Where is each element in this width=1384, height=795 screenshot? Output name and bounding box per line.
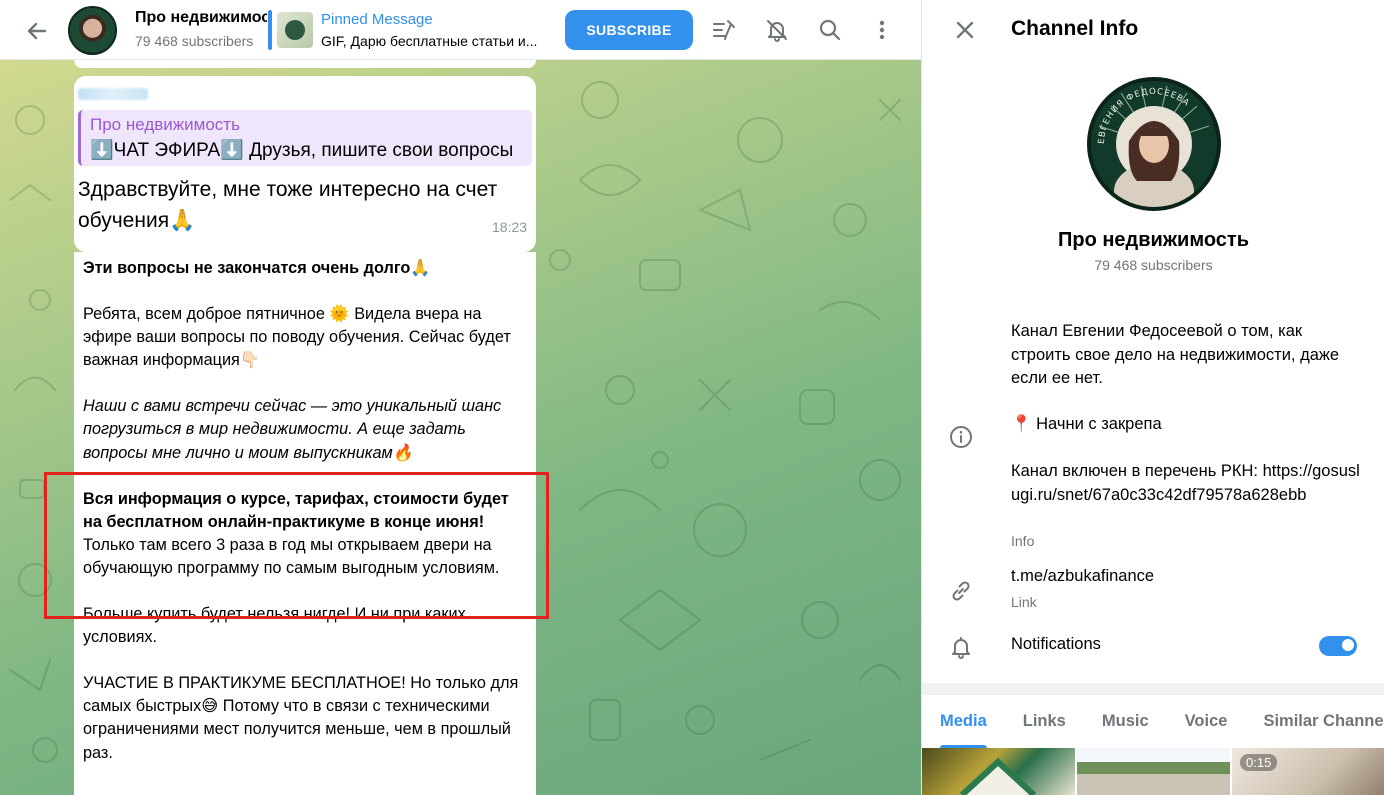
tab-similar-channels[interactable]: Similar Channels — [1245, 695, 1384, 748]
chat-area: Про недвижимость 79 468 subscribers Pinn… — [0, 0, 921, 795]
notifications-label: Notifications — [1011, 635, 1101, 653]
previous-message-bubble — [74, 60, 536, 68]
channel-description: Канал Евгении Федосеевой о том, как стро… — [1011, 322, 1340, 387]
channel-name: Про недвижимость — [1057, 229, 1250, 251]
more-vertical-icon[interactable] — [867, 15, 897, 45]
bell-icon — [946, 632, 976, 662]
quoted-text: ⬇️ЧАТ ЭФИРА⬇️ Друзья, пишите свои вопрос… — [90, 140, 514, 161]
channel-avatar-large[interactable]: ЕВГЕНИЯ ФЕДОСЕЕВА — [1087, 77, 1221, 211]
channel-link[interactable]: t.me/azbukafinance — [1011, 567, 1154, 586]
rkn-text[interactable]: Канал включен в перечень РКН: https://go… — [1011, 460, 1361, 507]
pinned-indicator — [268, 10, 272, 50]
chat-title[interactable]: Про недвижимость — [135, 9, 267, 27]
channel-info-panel: Channel Info ЕВГЕНИЯ ФЕДОСЕЕВА Про недви… — [921, 0, 1384, 795]
channel-avatar[interactable] — [68, 6, 117, 55]
tab-links[interactable]: Links — [1005, 695, 1084, 748]
post-paragraph-highlighted: Вся информация о курсе, тарифах, стоимос… — [83, 488, 531, 580]
subscribe-button[interactable]: SUBSCRIBE — [565, 10, 693, 50]
panel-title: Channel Info — [1011, 17, 1139, 40]
pin-note: 📍 Начни с закрепа — [1011, 415, 1162, 433]
link-label: Link — [1011, 594, 1037, 610]
channel-post: Эти вопросы не закончатся очень долго🙏 Р… — [83, 257, 531, 788]
tab-media[interactable]: Media — [922, 695, 1005, 748]
chat-subscribers: 79 468 subscribers — [135, 33, 254, 49]
section-divider — [922, 683, 1384, 695]
chat-header: Про недвижимость 79 468 subscribers Pinn… — [0, 0, 921, 60]
post-text: Только там всего 3 раза в год мы открыва… — [83, 535, 500, 577]
tab-voice[interactable]: Voice — [1167, 695, 1246, 748]
close-icon[interactable] — [950, 15, 980, 45]
post-paragraph: Ребята, всем доброе пятничное 🌞 Видела в… — [83, 305, 511, 370]
post-paragraph: Больше купить будет нельзя нигде! И ни п… — [83, 605, 466, 647]
message-time: 18:23 — [492, 219, 528, 235]
pinned-text[interactable]: GIF, Дарю бесплатные статьи и... — [321, 33, 543, 49]
bell-off-icon[interactable] — [762, 15, 792, 45]
info-icon — [946, 422, 976, 452]
link-icon — [946, 576, 976, 606]
info-label: Info — [1011, 533, 1035, 549]
video-thumbnail[interactable]: 0:15 — [1232, 748, 1384, 795]
filter-icon[interactable] — [709, 15, 739, 45]
sender-name-blurred — [78, 88, 148, 100]
avatar-artwork: ЕВГЕНИЯ ФЕДОСЕЕВА — [1092, 82, 1216, 207]
reply-text: Здравствуйте, мне тоже интересно на счет… — [78, 178, 498, 232]
notifications-toggle[interactable] — [1319, 636, 1357, 656]
media-thumbnail[interactable] — [1077, 748, 1230, 795]
media-grid: 0:15 — [922, 748, 1384, 795]
media-thumbnail[interactable] — [922, 748, 1075, 795]
post-paragraph: УЧАСТИЕ В ПРАКТИКУМЕ БЕСПЛАТНОЕ! Но толь… — [83, 674, 519, 762]
tab-music[interactable]: Music — [1084, 695, 1167, 748]
post-paragraph: Эти вопросы не закончатся очень долго🙏 — [83, 259, 431, 277]
quoted-sender: Про недвижимость — [90, 115, 240, 134]
media-tabs: Media Links Music Voice Similar Channels — [922, 695, 1384, 748]
pinned-thumbnail[interactable] — [277, 12, 313, 48]
pinned-label[interactable]: Pinned Message — [321, 11, 433, 28]
post-paragraph: Наши с вами встречи сейчас — это уникаль… — [83, 397, 502, 462]
video-duration: 0:15 — [1240, 754, 1278, 771]
channel-subscribers: 79 468 subscribers — [1094, 257, 1213, 273]
post-bold-text: Вся информация о курсе, тарифах, стоимос… — [83, 489, 509, 531]
search-icon[interactable] — [815, 15, 845, 45]
back-arrow-icon[interactable] — [22, 16, 52, 46]
